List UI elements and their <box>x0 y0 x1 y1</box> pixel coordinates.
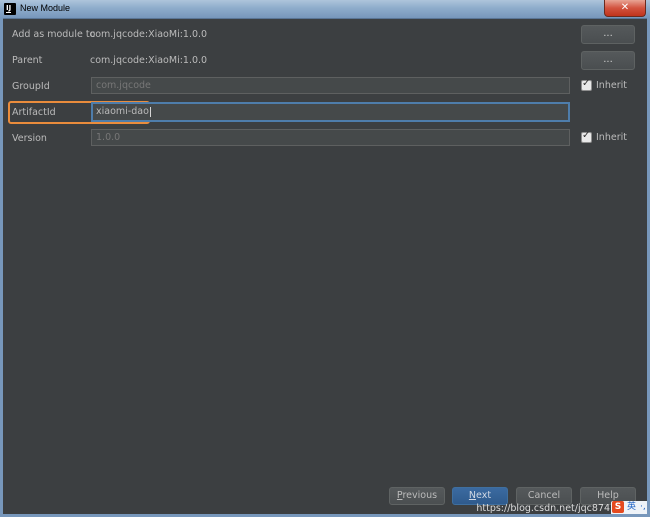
version-inherit-checkbox[interactable]: ✓ <box>581 130 592 143</box>
next-mnemonic: N <box>468 490 477 501</box>
window-title-bar[interactable]: IJ New Module ✕ <box>0 0 650 19</box>
next-label-rest: ext <box>476 490 492 501</box>
cancel-label: Cancel <box>527 490 561 501</box>
text-cursor <box>149 106 151 117</box>
previous-label-rest: revious <box>402 490 438 501</box>
app-icon-bar <box>6 12 11 13</box>
ime-english-mode-indicator[interactable]: 英 <box>627 501 636 514</box>
artifactid-field[interactable]: xiaomi-dao <box>91 102 570 122</box>
close-window-button[interactable]: ✕ <box>604 0 646 17</box>
add-as-module-to-value: com.jqcode:XiaoMi:1.0.0 <box>90 29 208 40</box>
checkmark-icon: ✓ <box>582 130 591 141</box>
version-label: Version <box>12 133 47 144</box>
groupid-field-text: com.jqcode <box>96 80 151 91</box>
add-as-module-to-label: Add as module to <box>12 29 96 40</box>
previous-button[interactable]: Previous <box>389 487 445 505</box>
version-inherit-label: Inherit <box>596 132 627 143</box>
version-field-text: 1.0.0 <box>96 132 121 143</box>
close-icon: ✕ <box>620 2 630 13</box>
checkmark-icon: ✓ <box>582 78 591 89</box>
ime-tray[interactable]: S 英 ·, <box>611 501 647 514</box>
csdn-watermark: https://blog.csdn.net/jqc874 <box>476 503 610 514</box>
parent-browse-button[interactable]: ... <box>581 51 635 70</box>
ellipsis-icon: ... <box>603 54 613 65</box>
ellipsis-icon: ... <box>603 28 613 39</box>
sogou-ime-icon[interactable]: S <box>612 501 624 513</box>
window-title: New Module <box>20 3 71 13</box>
app-icon-glyph: IJ <box>6 4 12 12</box>
add-as-module-to-browse-button[interactable]: ... <box>581 25 635 44</box>
help-label: Help <box>597 490 619 501</box>
parent-value: com.jqcode:XiaoMi:1.0.0 <box>90 55 208 66</box>
intellij-app-icon: IJ <box>4 3 16 15</box>
groupid-inherit-checkbox[interactable]: ✓ <box>581 78 592 91</box>
version-field[interactable]: 1.0.0 <box>91 129 570 146</box>
ime-punctuation-indicator[interactable]: ·, <box>640 501 646 514</box>
groupid-field[interactable]: com.jqcode <box>91 77 570 94</box>
groupid-label: GroupId <box>12 81 50 92</box>
groupid-inherit-label: Inherit <box>596 80 627 91</box>
artifactid-label: ArtifactId <box>12 107 56 118</box>
parent-label: Parent <box>12 55 43 66</box>
artifactid-field-text: xiaomi-dao <box>96 106 149 117</box>
window-frame-left <box>0 18 3 517</box>
